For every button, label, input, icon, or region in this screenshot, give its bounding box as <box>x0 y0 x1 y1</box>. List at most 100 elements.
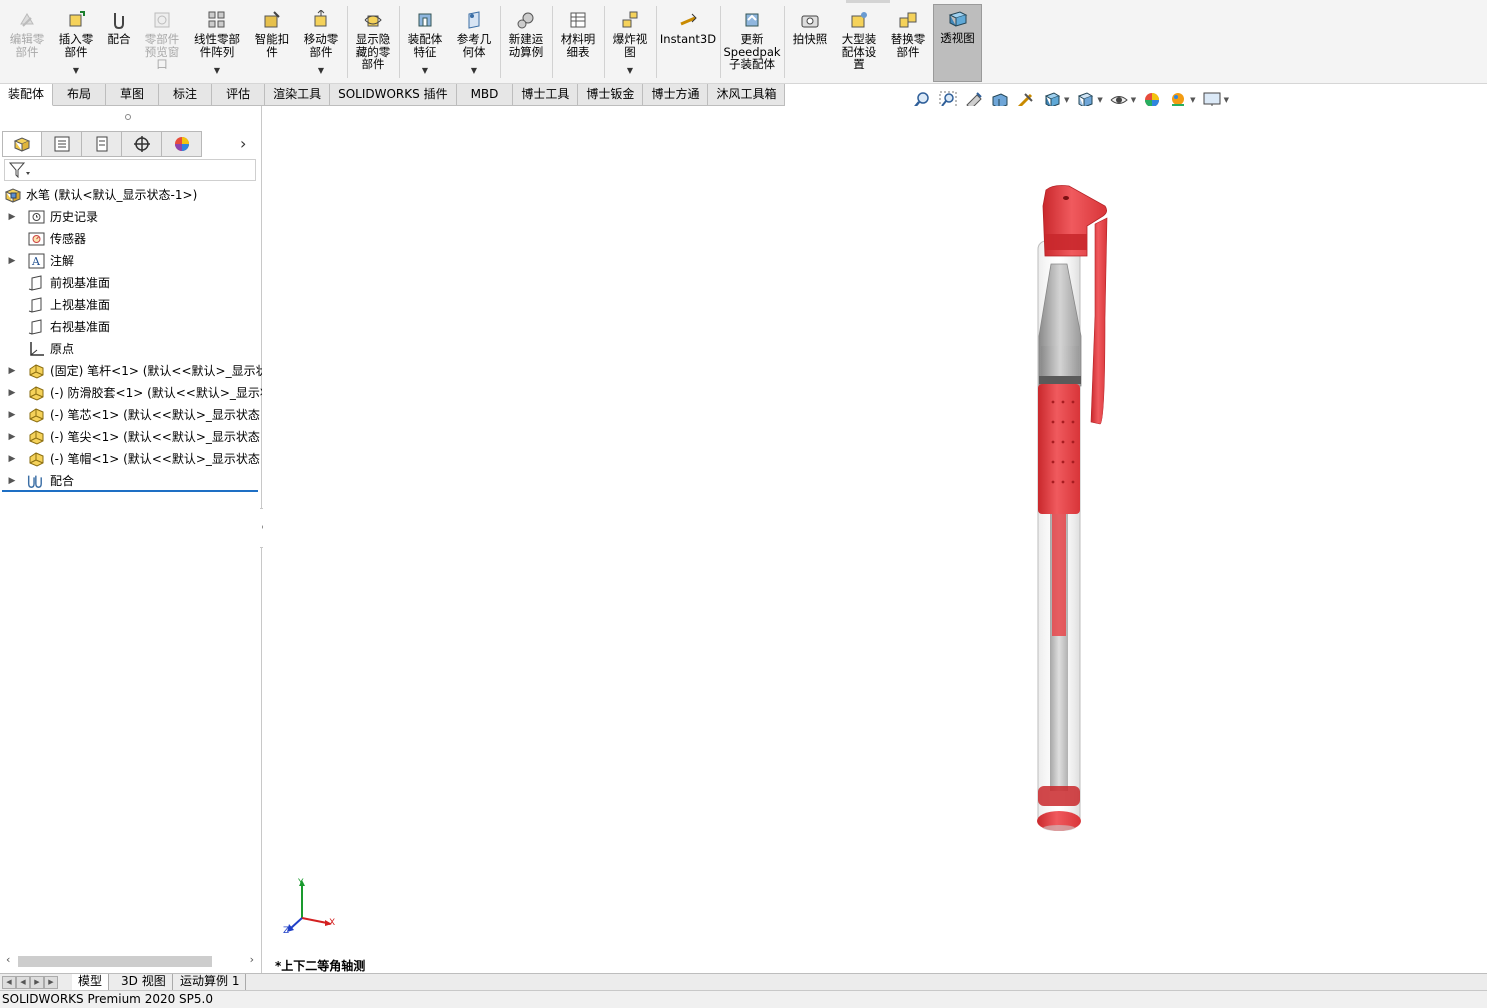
tab-layout[interactable]: 布局 <box>53 84 107 106</box>
update-speedpak-button[interactable]: 更新 Speedpak 子装配体 <box>723 6 781 80</box>
tree-item-component[interactable]: ▶ (-) 笔尖<1> (默认<<默认>_显示状态 1 <box>0 426 262 448</box>
tab-sketch[interactable]: 草图 <box>106 84 160 106</box>
instant3d-icon <box>680 13 697 26</box>
tab-render-tools[interactable]: 渲染工具 <box>265 84 331 106</box>
tree-filter[interactable] <box>4 159 256 181</box>
ribbon-separator <box>784 6 785 78</box>
tab-3d-view[interactable]: 3D 视图 <box>115 974 173 990</box>
edit-component-button[interactable]: 编辑零 部件 <box>4 6 50 80</box>
tab-model[interactable]: 模型 <box>72 974 110 990</box>
bill-of-materials-button[interactable]: 材料明 细表 <box>555 6 601 80</box>
dropdown-arrow-icon[interactable]: ▼ <box>627 67 633 75</box>
tab-motion-study[interactable]: 运动算例 1 <box>174 974 247 990</box>
mates-folder-icon <box>27 475 42 488</box>
scroll-left-icon[interactable]: ‹ <box>6 953 10 966</box>
assembly-feature-button[interactable]: 装配体 特征 ▼ <box>402 6 448 80</box>
tree-item-sensors[interactable]: 传感器 <box>0 228 262 250</box>
plane-icon <box>28 319 42 335</box>
replace-component-button[interactable]: 替换零 部件 <box>885 6 931 80</box>
expand-arrow-icon[interactable]: ▶ <box>7 426 17 448</box>
next-tab-icon[interactable]: ▶ <box>30 976 44 989</box>
expand-arrow-icon[interactable]: ▶ <box>7 382 17 404</box>
tab-boshi-tools[interactable]: 博士工具 <box>513 84 579 106</box>
last-tab-icon[interactable]: ▶ <box>44 976 58 989</box>
expand-arrow-icon[interactable]: ▶ <box>7 448 17 470</box>
snapshot-icon <box>801 15 819 28</box>
display-manager-tab[interactable] <box>162 131 202 157</box>
new-motion-study-button[interactable]: 新建运 动算例 <box>503 6 549 80</box>
prev-tab-icon[interactable]: ◀ <box>16 976 30 989</box>
tree-root[interactable]: 水笔 (默认<默认_显示状态-1>) <box>0 184 262 206</box>
tab-markup[interactable]: 标注 <box>159 84 213 106</box>
chevron-right-icon[interactable]: › <box>240 134 246 153</box>
first-tab-icon[interactable]: ◀ <box>2 976 16 989</box>
linear-pattern-button[interactable]: 线性零部 件阵列 ▼ <box>188 6 246 80</box>
dropdown-arrow-icon[interactable]: ▼ <box>73 67 79 75</box>
expand-arrow-icon[interactable]: ▶ <box>7 206 17 228</box>
tree-item-component[interactable]: ▶ (-) 笔芯<1> (默认<<默认>_显示状态 1 <box>0 404 262 426</box>
dropdown-arrow-icon[interactable]: ▼ <box>214 67 220 75</box>
chevron-down-icon[interactable]: ▼ <box>1097 96 1102 104</box>
featuremanager-panel: › 水笔 (默认<默认_显示状态-1>) ▶ 历史记录 传感器 ▶ A 注解 前… <box>0 106 262 973</box>
chevron-down-icon[interactable]: ▼ <box>1190 96 1195 104</box>
tab-mufeng-toolbox[interactable]: 沐风工具箱 <box>708 84 786 106</box>
tab-assembly[interactable]: 装配体 <box>0 84 54 106</box>
chevron-down-icon[interactable]: ▼ <box>1224 96 1229 104</box>
tree-item-component[interactable]: ▶ (固定) 笔杆<1> (默认<<默认>_显示状 <box>0 360 262 382</box>
expand-arrow-icon[interactable]: ▶ <box>7 360 17 382</box>
tab-evaluate[interactable]: 评估 <box>212 84 266 106</box>
dimxpert-tab[interactable] <box>122 131 162 157</box>
tab-mbd[interactable]: MBD <box>456 84 514 106</box>
chevron-down-icon[interactable]: ▼ <box>1064 96 1069 104</box>
move-component-button[interactable]: 移动零 部件 ▼ <box>298 6 344 80</box>
tab-solidworks-addins[interactable]: SOLIDWORKS 插件 <box>330 84 457 106</box>
ribbon-separator <box>552 6 553 78</box>
tree-item-origin[interactable]: 原点 <box>0 338 262 360</box>
scroll-right-icon[interactable]: › <box>250 953 254 966</box>
tab-boshi-sheetmetal[interactable]: 博士钣金 <box>578 84 644 106</box>
chevron-down-icon[interactable]: ▼ <box>1131 96 1136 104</box>
take-snapshot-button[interactable]: 拍快照 <box>787 6 833 80</box>
mate-button[interactable]: 配合 <box>102 6 136 80</box>
tab-navigation: ◀ ◀ ▶ ▶ <box>2 976 58 989</box>
perspective-button[interactable]: 透视图 <box>933 4 982 82</box>
pen-model[interactable] <box>263 106 1487 973</box>
scroll-thumb[interactable] <box>18 956 212 967</box>
assembly-feature-icon <box>418 13 432 27</box>
tree-item-front-plane[interactable]: 前视基准面 <box>0 272 262 294</box>
crosshair-icon <box>133 136 150 152</box>
dropdown-arrow-icon[interactable]: ▼ <box>422 67 428 75</box>
panel-grip[interactable] <box>125 114 131 120</box>
ribbon-separator <box>604 6 605 78</box>
configurationmanager-tab[interactable] <box>82 131 122 157</box>
tree-item-component[interactable]: ▶ (-) 防滑胶套<1> (默认<<默认>_显示状 <box>0 382 262 404</box>
horizontal-scrollbar[interactable]: ‹ › <box>2 953 258 970</box>
exploded-view-button[interactable]: 爆炸视 图 ▼ <box>607 6 653 80</box>
tree-rollback-bar[interactable] <box>2 490 258 492</box>
expand-arrow-icon[interactable]: ▶ <box>7 470 17 492</box>
tree-item-annotations[interactable]: ▶ A 注解 <box>0 250 262 272</box>
tree-item-mates[interactable]: ▶ 配合 <box>0 470 262 492</box>
reference-geometry-button[interactable]: 参考几 何体 ▼ <box>451 6 497 80</box>
part-icon <box>29 386 44 401</box>
show-hidden-components-button[interactable]: 显示隐 藏的零 部件 <box>350 6 396 80</box>
featuremanager-tab[interactable] <box>2 131 42 157</box>
instant3d-button[interactable]: Instant3D <box>659 6 717 80</box>
smart-fastener-button[interactable]: 智能扣 件 <box>249 6 295 80</box>
dropdown-arrow-icon[interactable]: ▼ <box>471 67 477 75</box>
component-preview-button[interactable]: 零部件 预览窗 口 <box>139 6 185 80</box>
tree-item-top-plane[interactable]: 上视基准面 <box>0 294 262 316</box>
insert-component-button[interactable]: 插入零 部件 ▼ <box>53 6 99 80</box>
exploded-view-icon <box>622 11 638 28</box>
expand-arrow-icon[interactable]: ▶ <box>7 404 17 426</box>
tab-boshi-tube[interactable]: 博士方通 <box>643 84 709 106</box>
large-assembly-settings-button[interactable]: 大型装 配体设 置 <box>836 6 882 80</box>
expand-arrow-icon[interactable]: ▶ <box>7 250 17 272</box>
tree-item-right-plane[interactable]: 右视基准面 <box>0 316 262 338</box>
tree-item-component[interactable]: ▶ (-) 笔帽<1> (默认<<默认>_显示状态 1 <box>0 448 262 470</box>
dropdown-arrow-icon[interactable]: ▼ <box>318 67 324 75</box>
graphics-area[interactable]: Y X Z <box>263 106 1487 973</box>
tree-item-history[interactable]: ▶ 历史记录 <box>0 206 262 228</box>
propertymanager-tab[interactable] <box>42 131 82 157</box>
view-orientation-label: *上下二等角轴测 <box>275 959 366 973</box>
